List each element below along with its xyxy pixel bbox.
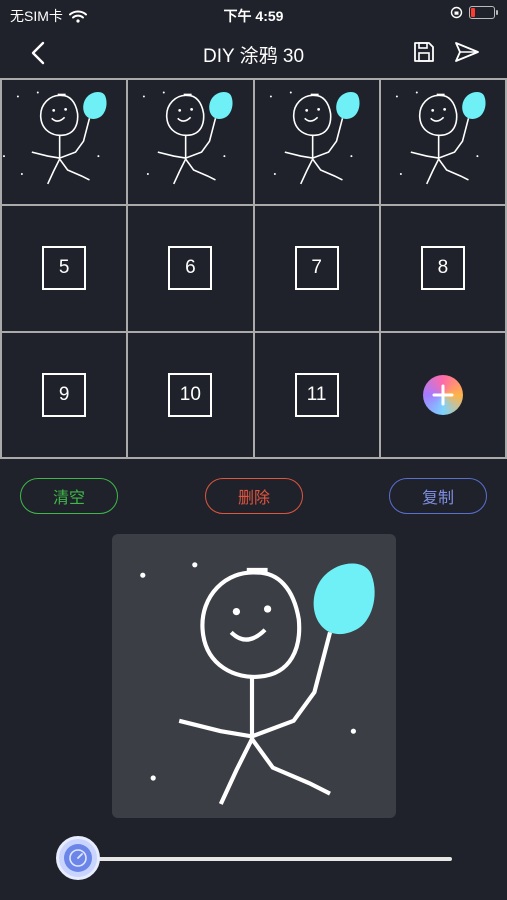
frame-number: 5 bbox=[42, 246, 87, 291]
frame-number: 6 bbox=[168, 246, 213, 291]
frame-number: 9 bbox=[42, 372, 87, 417]
slider-track[interactable] bbox=[78, 857, 452, 861]
add-frame-button[interactable] bbox=[422, 374, 463, 415]
send-icon[interactable] bbox=[454, 40, 480, 64]
frame-number: 10 bbox=[168, 372, 213, 417]
status-right bbox=[450, 6, 498, 19]
plus-icon bbox=[432, 384, 454, 406]
frame-slot[interactable]: 6 bbox=[128, 206, 253, 331]
frame-slot[interactable]: 11 bbox=[254, 332, 379, 457]
status-time: 下午 4:59 bbox=[223, 8, 284, 24]
frame-thumbnail-1[interactable] bbox=[2, 80, 127, 205]
speed-slider[interactable] bbox=[56, 836, 452, 882]
frame-number: 11 bbox=[294, 372, 339, 417]
frame-thumbnail-2[interactable] bbox=[128, 80, 253, 205]
doodle-drawing bbox=[112, 534, 396, 818]
action-bar: 清空 删除 复制 bbox=[0, 478, 507, 516]
doodle-thumbnail bbox=[268, 90, 360, 185]
frame-slot[interactable]: 10 bbox=[128, 332, 253, 457]
frame-grid: 5 6 7 8 9 10 11 bbox=[0, 78, 507, 459]
doodle-thumbnail bbox=[142, 90, 234, 185]
speed-dial-icon bbox=[64, 844, 92, 872]
frame-thumbnail-4[interactable] bbox=[380, 80, 505, 205]
battery-icon bbox=[469, 6, 498, 19]
delete-button[interactable]: 删除 bbox=[205, 478, 303, 514]
slider-thumb[interactable] bbox=[56, 836, 100, 880]
orientation-lock-icon bbox=[450, 6, 463, 19]
status-bar: 无SIM卡 下午 4:59 bbox=[0, 0, 507, 28]
save-icon[interactable] bbox=[412, 40, 436, 64]
battery-level bbox=[471, 8, 475, 17]
frame-slot[interactable]: 8 bbox=[380, 206, 505, 331]
clear-button[interactable]: 清空 bbox=[20, 478, 118, 514]
frame-slot[interactable]: 7 bbox=[254, 206, 379, 331]
copy-button[interactable]: 复制 bbox=[389, 478, 487, 514]
doodle-thumbnail bbox=[2, 90, 108, 185]
frame-number: 8 bbox=[420, 246, 465, 291]
doodle-thumbnail bbox=[394, 90, 487, 185]
drawing-canvas[interactable] bbox=[112, 534, 396, 818]
frame-number: 7 bbox=[294, 246, 339, 291]
nav-bar: DIY 涂鸦 30 bbox=[0, 28, 507, 78]
add-frame-cell[interactable] bbox=[380, 332, 505, 457]
frame-slot[interactable]: 9 bbox=[2, 332, 127, 457]
frame-slot[interactable]: 5 bbox=[2, 206, 127, 331]
frame-thumbnail-3[interactable] bbox=[254, 80, 379, 205]
